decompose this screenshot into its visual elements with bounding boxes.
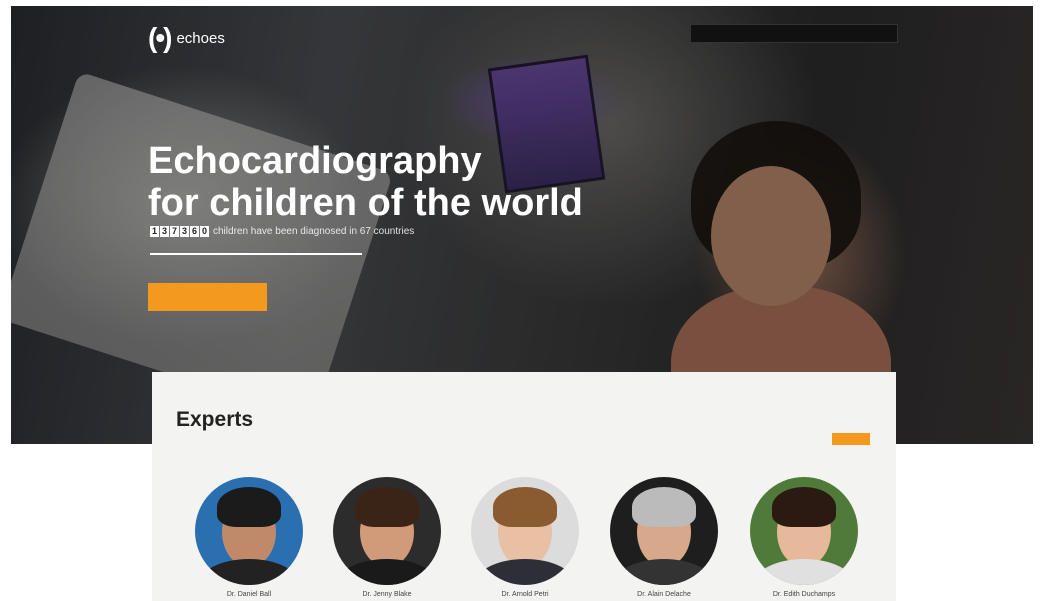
expert-name: Dr. Daniel Ball [226, 591, 272, 598]
expert-card[interactable]: Dr. Jenny Blake [333, 477, 441, 598]
expert-name: Dr. Arnold Petri [501, 591, 549, 598]
echoes-logo-icon: (•) [148, 22, 172, 53]
counter-digit: 0 [200, 226, 209, 237]
counter-digit: 3 [160, 226, 169, 237]
counter-digit: 1 [150, 226, 159, 237]
hero-divider [150, 253, 362, 255]
counter-digit: 3 [180, 226, 189, 237]
avatar [471, 477, 579, 585]
avatar [333, 477, 441, 585]
avatar [610, 477, 718, 585]
logo-link[interactable]: (•) echoes [148, 22, 225, 54]
experts-more-button[interactable] [832, 433, 870, 445]
logo-text: echoes [176, 29, 225, 47]
expert-name: Dr. Alain Delache [637, 591, 691, 598]
counter-digit: 6 [190, 226, 199, 237]
expert-card[interactable]: Dr. Alain Delache [610, 477, 718, 598]
hero-cta-button[interactable] [148, 283, 267, 311]
header-cta-button[interactable] [690, 24, 898, 43]
counter-digit: 7 [170, 226, 179, 237]
avatar [750, 477, 858, 585]
counter-suffix: children have been diagnosed in 67 count… [213, 226, 415, 237]
avatar [195, 477, 303, 585]
expert-card[interactable]: Dr. Arnold Petri [471, 477, 579, 598]
experts-title: Experts [176, 408, 254, 431]
diagnosis-counter: 1 3 7 3 6 0 [150, 226, 209, 237]
expert-name: Dr. Jenny Blake [362, 591, 412, 598]
diagnosis-counter-line: 1 3 7 3 6 0 children have been diagnosed… [150, 226, 414, 237]
expert-name: Dr. Edith Duchamps [772, 591, 836, 598]
expert-card[interactable]: Dr. Daniel Ball [195, 477, 303, 598]
hero-title: Echocardiography for children of the wor… [148, 140, 583, 224]
expert-card[interactable]: Dr. Edith Duchamps [750, 477, 858, 598]
